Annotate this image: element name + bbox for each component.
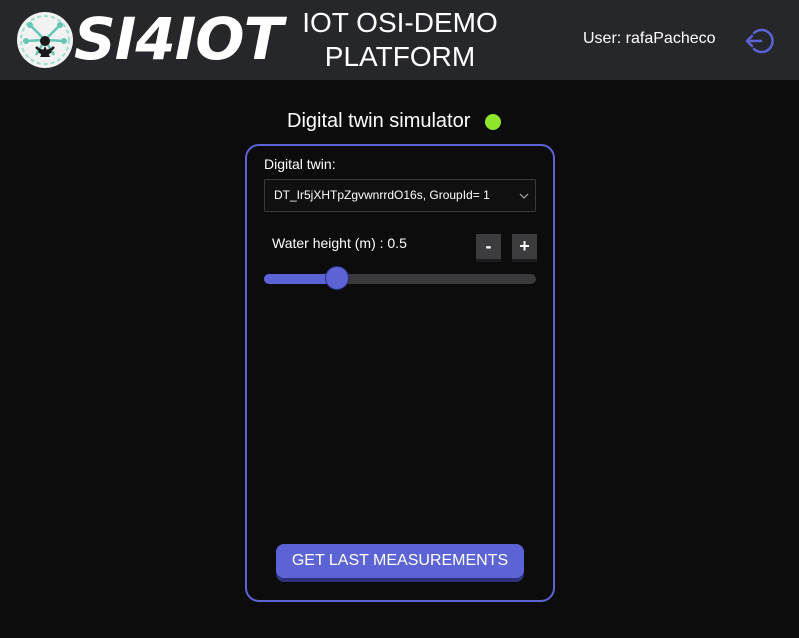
logo-text: SI4IOT	[74, 5, 283, 73]
get-last-measurements-button[interactable]: GET LAST MEASUREMENTS	[276, 544, 524, 578]
decrease-button[interactable]: -	[476, 234, 501, 262]
app-title-line-2: PLATFORM	[324, 41, 476, 72]
digital-twin-select-value: DT_Ir5jXHTpZgvwnrrdO16s, GroupId= 1	[274, 188, 490, 202]
logout-icon[interactable]	[744, 26, 774, 56]
slider-thumb[interactable]	[325, 266, 350, 290]
status-indicator	[485, 114, 501, 130]
header-bar: SI4IOT IOT OSI-DEMO PLATFORM User: rafaP…	[0, 0, 799, 80]
simulator-title-row: Digital twin simulator	[250, 108, 550, 138]
digital-twin-label: Digital twin:	[264, 156, 336, 172]
digital-twin-select[interactable]: DT_Ir5jXHTpZgvwnrrdO16s, GroupId= 1	[264, 179, 536, 212]
app-title: IOT OSI-DEMO PLATFORM	[280, 6, 520, 74]
iot-network-icon	[17, 12, 73, 68]
simulator-panel: Digital twin: DT_Ir5jXHTpZgvwnrrdO16s, G…	[245, 144, 555, 602]
water-height-label: Water height (m) : 0.5	[272, 235, 407, 251]
chevron-down-icon	[519, 193, 529, 199]
app-title-line-1: IOT OSI-DEMO	[302, 7, 498, 38]
water-height-slider[interactable]	[264, 266, 536, 290]
increase-button[interactable]: +	[512, 234, 537, 262]
user-label: User: rafaPacheco	[583, 30, 716, 47]
simulator-title: Digital twin simulator	[287, 110, 471, 132]
si4iot-logo: SI4IOT	[14, 5, 283, 73]
